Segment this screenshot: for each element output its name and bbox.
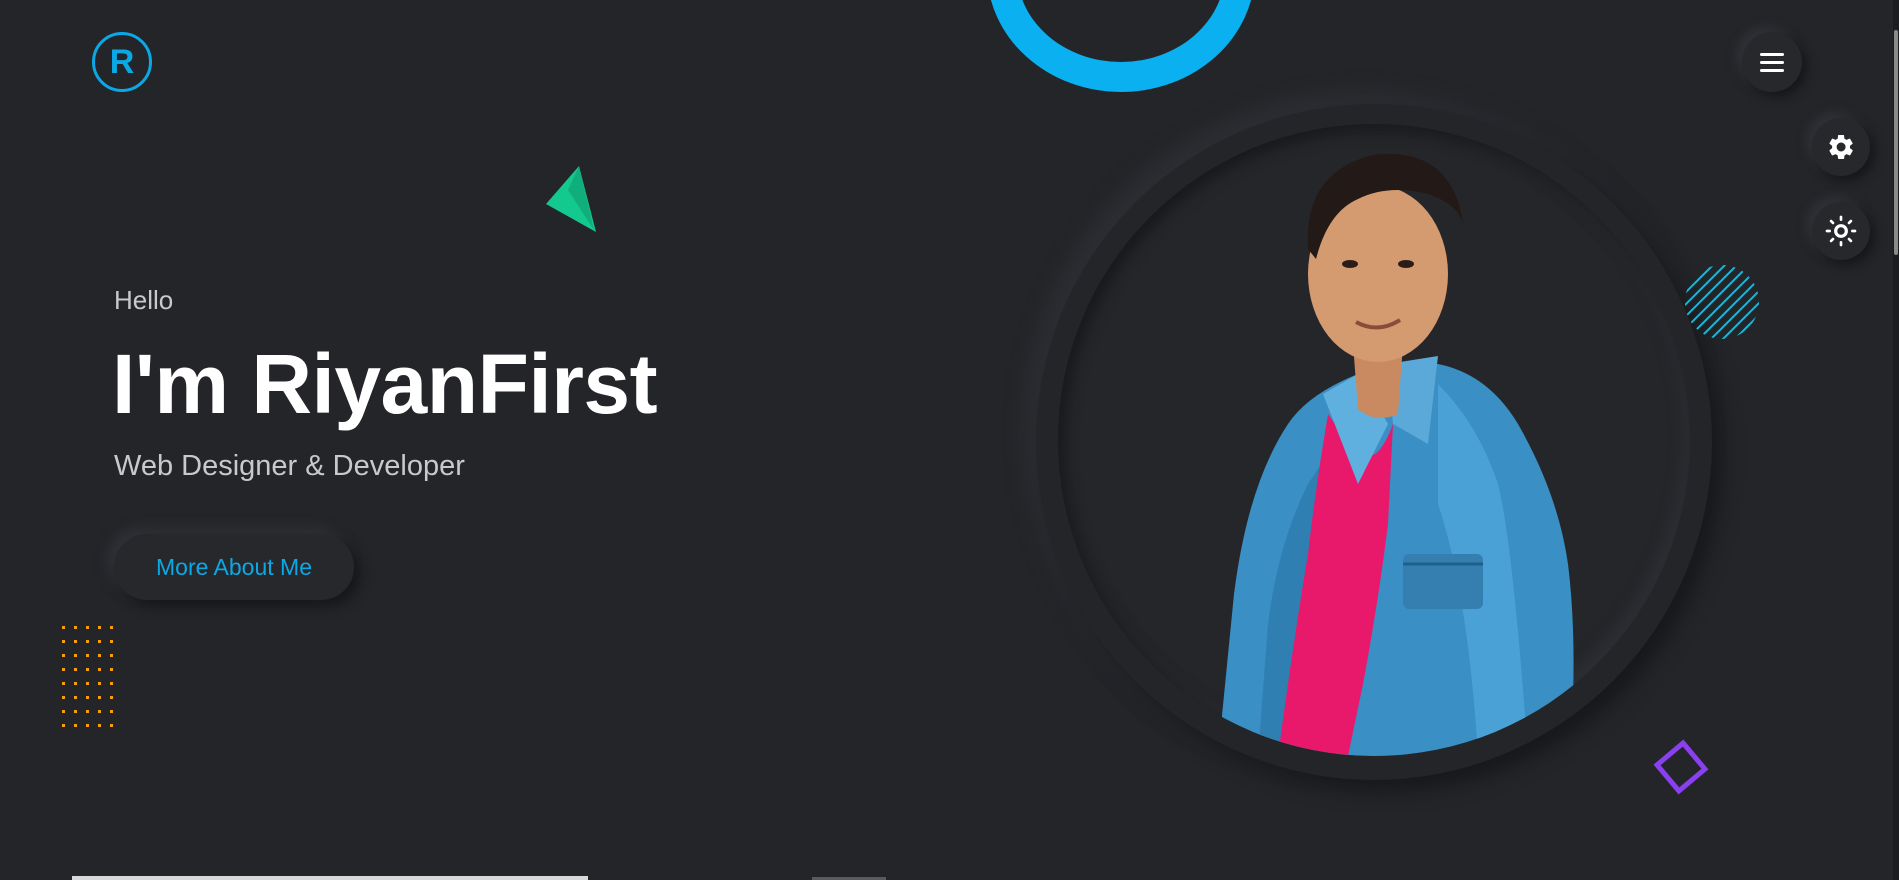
menu-button[interactable] <box>1742 32 1802 92</box>
hamburger-icon <box>1760 53 1784 72</box>
greeting-text: Hello <box>114 285 174 315</box>
page-title: I'm RiyanFirst <box>112 337 658 431</box>
more-about-me-button[interactable]: More About Me <box>114 534 354 600</box>
role-subtitle: Web Designer & Developer <box>114 450 465 482</box>
hero-page: R Hello I'm RiyanFirst Web Designer & De… <box>0 0 1899 880</box>
gear-icon <box>1829 134 1853 159</box>
horizontal-scroll-indicator <box>72 876 588 880</box>
decorative-ring <box>987 0 1255 92</box>
decorative-striped-circle <box>1685 265 1759 339</box>
decorative-triangle <box>546 166 596 232</box>
vertical-scrollbar[interactable] <box>1893 0 1899 880</box>
theme-toggle-button[interactable] <box>1812 202 1870 260</box>
portrait-photo <box>1058 124 1690 756</box>
decorative-dot-grid <box>62 626 113 727</box>
scrollbar-thumb[interactable] <box>1894 30 1898 255</box>
settings-button[interactable] <box>1812 118 1870 176</box>
decorative-diamond <box>1653 739 1709 795</box>
logo[interactable]: R <box>92 32 152 92</box>
sun-icon <box>1825 215 1857 247</box>
logo-letter: R <box>109 42 135 81</box>
